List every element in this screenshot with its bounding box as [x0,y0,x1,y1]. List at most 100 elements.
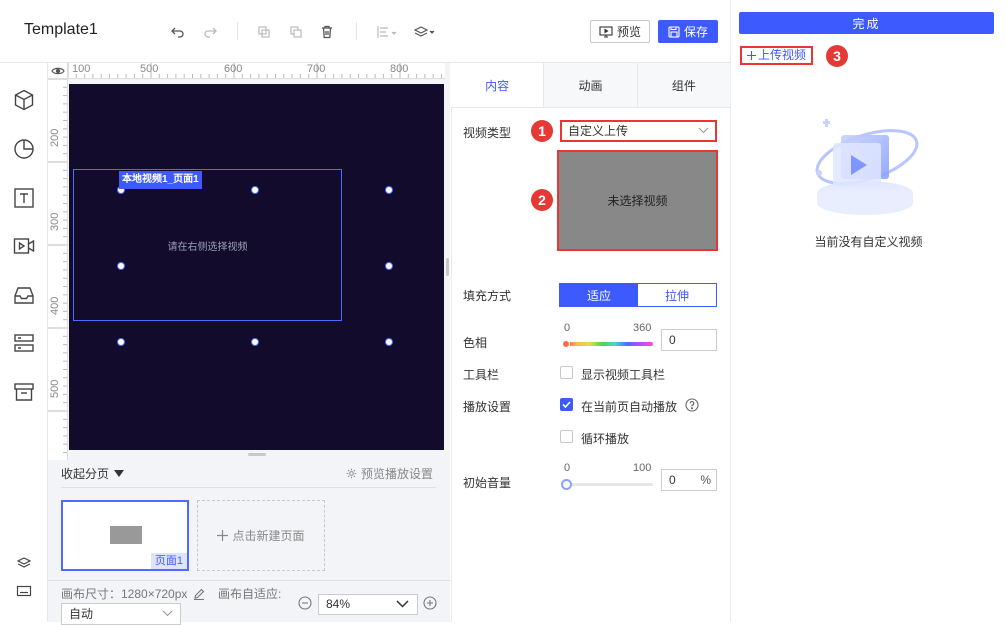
fill-mode-toggle: 适应 拉伸 [559,283,717,307]
caret-down-icon [114,470,125,477]
paste-icon[interactable] [288,24,304,40]
plus-icon [747,51,756,60]
monitor-icon [599,25,613,38]
video-type-select[interactable]: 自定义上传 [560,120,717,142]
help-icon[interactable] [685,398,699,412]
preview-button[interactable]: 预览 [590,20,650,43]
template-title[interactable]: Template1 [24,21,98,39]
hue-input[interactable]: 0 [661,329,717,351]
hue-min: 0 [564,322,571,334]
collapse-pages-label: 收起分页 [61,467,110,481]
empty-video-illustration [805,115,925,215]
resize-handle[interactable] [251,338,259,346]
zoom-value: 84% [326,597,351,611]
callout-3: 3 [826,45,848,67]
video-picker[interactable]: 未选择视频 [557,150,718,251]
fill-stretch-button[interactable]: 拉伸 [638,284,716,306]
upload-panel [730,0,1007,622]
horizontal-scrollbar-thumb[interactable] [248,453,266,456]
gear-icon [346,468,357,479]
canvas-size-label: 画布尺寸：1280×720px [61,587,188,601]
video-component[interactable]: 请在右侧选择视频 [73,169,342,321]
callout-2: 2 [531,189,553,211]
volume-max: 100 [633,462,652,474]
volume-slider-handle[interactable] [561,479,572,490]
fill-fit-button[interactable]: 适应 [560,284,638,306]
keyboard-icon[interactable] [16,583,32,599]
chevron-down-icon [396,600,409,608]
resize-handle[interactable] [251,186,259,194]
resize-handle[interactable] [117,262,125,270]
zoom-select[interactable]: 84% [318,594,418,615]
autoplay-label: 在当前页自动播放 [581,400,678,414]
toolbar-divider [237,22,238,40]
resize-handle[interactable] [385,338,393,346]
save-icon [668,25,680,38]
done-button[interactable]: 完成 [739,12,994,34]
hue-slider-handle[interactable] [562,340,570,348]
volume-slider-track[interactable] [566,483,653,486]
hue-slider-track[interactable] [564,342,653,346]
properties-tabs: 内容 动画 组件 [451,63,730,108]
ruler-label: 700 [307,63,326,75]
chevron-down-icon [162,610,173,617]
text-icon[interactable] [12,186,36,210]
3d-model-icon[interactable] [12,88,36,112]
delete-icon[interactable] [319,24,335,40]
volume-min: 0 [564,462,571,474]
inbox-icon[interactable] [12,283,36,307]
toolbar-label: 工具栏 [463,368,500,382]
tab-content[interactable]: 内容 [451,63,544,107]
ruler-vertical: 200 300 400 500 [48,79,68,460]
save-button[interactable]: 保存 [658,20,718,43]
video-icon[interactable] [12,234,36,258]
show-toolbar-label: 显示视频工具栏 [581,368,666,382]
page-thumbnail[interactable]: 页面1 [61,500,189,571]
collapse-pages-toggle[interactable]: 收起分页 [61,465,125,482]
page-label: 页面1 [150,553,187,569]
upload-video-button[interactable]: 上传视频 [740,46,814,65]
loop-label: 循环播放 [581,432,630,446]
new-page-label: 点击新建页面 [232,529,305,543]
chart-pie-icon[interactable] [12,137,36,161]
layers-icon[interactable] [16,555,32,571]
tab-components[interactable]: 组件 [636,63,730,107]
ruler-label: 200 [49,128,61,147]
undo-icon[interactable] [170,24,186,40]
toolbar-divider [356,22,357,40]
scrollbar-thumb[interactable] [446,258,449,276]
save-label: 保存 [683,25,708,39]
volume-value: 0 [669,473,676,487]
copy-icon[interactable] [256,24,272,40]
redo-icon[interactable] [202,24,218,40]
fill-mode-label: 填充方式 [463,289,512,303]
ruler-horizontal: 100 500 600 700 800 [68,63,450,79]
canvas-size-info: 画布尺寸：1280×720px [61,585,205,602]
edit-icon[interactable] [193,588,205,600]
resize-handle[interactable] [117,338,125,346]
autoplay-checkbox[interactable] [560,398,573,411]
archive-icon[interactable] [12,380,36,404]
ruler-label: 800 [390,63,409,75]
zoom-out-icon[interactable] [298,596,312,610]
canvas-fit-value: 自动 [69,607,94,621]
layer-order-icon[interactable] [413,24,437,40]
ruler-label: 500 [49,379,61,398]
server-icon[interactable] [12,331,36,355]
volume-input[interactable]: 0 % [661,469,717,491]
resize-handle[interactable] [385,186,393,194]
tab-animation[interactable]: 动画 [543,63,637,107]
new-page-button[interactable]: 点击新建页面 [197,500,325,571]
show-toolbar-checkbox[interactable] [560,366,573,379]
align-icon[interactable] [376,24,398,40]
preview-play-settings-button[interactable]: 预览播放设置 [346,465,433,482]
canvas-fit-label: 画布自适应: [218,587,282,601]
play-settings-label: 播放设置 [463,400,512,414]
resize-handle[interactable] [385,262,393,270]
zoom-in-icon[interactable] [423,596,437,610]
ruler-eye-toggle[interactable] [48,63,68,79]
loop-checkbox[interactable] [560,430,573,443]
divider [61,487,436,488]
thumbnail-video-placeholder [110,526,142,544]
check-icon [562,401,571,409]
